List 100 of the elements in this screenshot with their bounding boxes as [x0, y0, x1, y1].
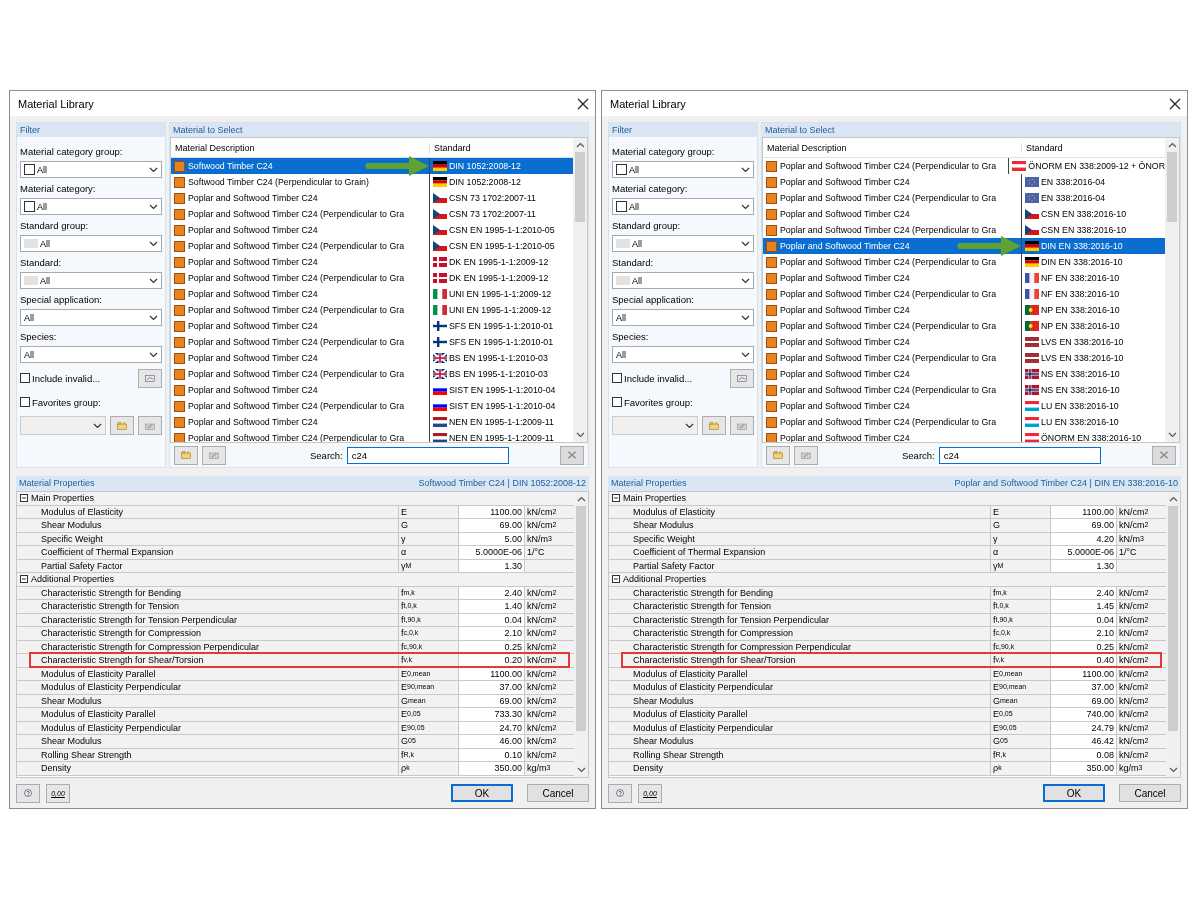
dropdown[interactable]: All — [612, 235, 754, 252]
flag-icon — [433, 273, 447, 283]
new-folder-button[interactable] — [110, 416, 134, 435]
dropdown[interactable]: All — [20, 346, 162, 363]
help-button[interactable] — [16, 783, 40, 803]
table-row[interactable]: Poplar and Softwood Timber C24 CSN EN 1995-1-1:2010-05 — [171, 222, 573, 238]
property-value: 350.00 — [459, 762, 525, 775]
table-row[interactable]: Poplar and Softwood Timber C24 (Perpendicular to Gra NF EN 338:2016-10 — [763, 286, 1165, 302]
checkbox[interactable] — [612, 373, 622, 383]
property-unit: kN/cm$^{2}$ — [526, 694, 558, 707]
table-cell: Poplar and Softwood Timber C24 — [780, 401, 910, 411]
table-row[interactable]: Poplar and Softwood Timber C24 NP EN 338:2016-10 — [763, 302, 1165, 318]
dropdown[interactable]: All — [612, 161, 754, 178]
collapse-icon[interactable] — [612, 494, 620, 503]
material-icon — [174, 240, 185, 252]
scrollbar[interactable] — [1166, 492, 1180, 777]
dialog-button[interactable]: Cancel — [527, 784, 589, 802]
material-icon — [766, 416, 777, 428]
dropdown[interactable]: All — [612, 272, 754, 289]
dropdown[interactable]: All — [20, 309, 162, 326]
new-folder-button[interactable] — [702, 416, 726, 435]
table-row[interactable]: Poplar and Softwood Timber C24 CSN EN 338:2016-10 — [763, 206, 1165, 222]
help-button[interactable] — [608, 783, 632, 803]
table-row[interactable]: Poplar and Softwood Timber C24 (Perpendicular to Gra SFS EN 1995-1-1:2010-01 — [171, 334, 573, 350]
search-field[interactable]: c24 — [346, 446, 509, 464]
scrollbar[interactable] — [1165, 138, 1179, 442]
table-row[interactable]: Poplar and Softwood Timber C24 (Perpendicular to Gra SIST EN 1995-1-1:2010-04 — [171, 398, 573, 414]
table-row[interactable]: Poplar and Softwood Timber C24 LVS EN 338:2016-10 — [763, 334, 1165, 350]
table-cell: Poplar and Softwood Timber C24 — [188, 353, 318, 363]
dropdown[interactable]: All — [20, 161, 162, 178]
property-value: 46.00 — [459, 735, 525, 748]
table-cell: Poplar and Softwood Timber C24 (Perpendicular to Gra — [780, 353, 997, 363]
table-row[interactable]: Poplar and Softwood Timber C24 LU EN 338:2016-10 — [763, 398, 1165, 414]
dropdown[interactable]: All — [20, 198, 162, 215]
table-row[interactable]: Poplar and Softwood Timber C24 NS EN 338:2016-10 — [763, 366, 1165, 382]
scroll-thumb[interactable] — [1167, 152, 1177, 222]
checkbox[interactable] — [20, 373, 30, 383]
table-row[interactable]: Poplar and Softwood Timber C24 (Perpendicular to Gra EN 338:2016-04 — [763, 190, 1165, 206]
collapse-icon[interactable] — [20, 575, 28, 584]
table-row[interactable]: Softwood Timber C24 DIN 1052:2008-12 — [171, 158, 573, 174]
scroll-thumb[interactable] — [576, 506, 586, 731]
clear-search-button[interactable] — [1152, 445, 1176, 465]
dropdown[interactable]: All — [612, 309, 754, 326]
scrollbar[interactable] — [573, 138, 587, 442]
table-row[interactable]: Poplar and Softwood Timber C24 SFS EN 1995-1-1:2010-01 — [171, 318, 573, 334]
table-row[interactable]: Poplar and Softwood Timber C24 CSN 73 1702:2007-11 — [171, 190, 573, 206]
table-row[interactable]: Poplar and Softwood Timber C24 (Perpendicular to Gra CSN 73 1702:2007-11 — [171, 206, 573, 222]
table-row[interactable]: Poplar and Softwood Timber C24 (Perpendicular to Gra LU EN 338:2016-10 — [763, 414, 1165, 430]
table-row[interactable]: Poplar and Softwood Timber C24 (Perpendicular to Gra NP EN 338:2016-10 — [763, 318, 1165, 334]
table-cell: Poplar and Softwood Timber C24 (Perpendicular to Gra — [780, 289, 997, 299]
close-icon[interactable] — [577, 97, 589, 110]
table-row[interactable]: Poplar and Softwood Timber C24 (Perpendicular to Gra LVS EN 338:2016-10 — [763, 350, 1165, 366]
edit-folder-button[interactable] — [794, 445, 818, 465]
edit-folder-button[interactable] — [138, 416, 162, 435]
table-row[interactable]: Softwood Timber C24 (Perpendicular to Grain) DIN 1052:2008-12 — [171, 174, 573, 190]
scroll-thumb[interactable] — [575, 152, 585, 222]
collapse-icon[interactable] — [20, 494, 28, 503]
swatch-icon — [24, 239, 38, 248]
scroll-thumb[interactable] — [1168, 506, 1178, 731]
material-summary: Poplar and Softwood Timber C24 | DIN EN 338:2016-10 — [954, 478, 1178, 489]
table-row[interactable]: Poplar and Softwood Timber C24 DK EN 1995-1-1:2009-12 — [171, 254, 573, 270]
table-row[interactable]: Poplar and Softwood Timber C24 (Perpendicular to Gra DIN EN 338:2016-10 — [763, 254, 1165, 270]
clear-search-button[interactable] — [560, 445, 584, 465]
dropdown[interactable]: All — [20, 272, 162, 289]
table-row[interactable]: Poplar and Softwood Timber C24 BS EN 1995-1-1:2010-03 — [171, 350, 573, 366]
table-row[interactable]: Poplar and Softwood Timber C24 NF EN 338:2016-10 — [763, 270, 1165, 286]
search-field[interactable]: c24 — [938, 446, 1101, 464]
table-row[interactable]: Poplar and Softwood Timber C24 (Perpendicular to Gra BS EN 1995-1-1:2010-03 — [171, 366, 573, 382]
new-folder-button[interactable] — [766, 445, 790, 465]
collapse-icon[interactable] — [612, 575, 620, 584]
property-unit: kN/cm$^{2}$ — [1118, 654, 1150, 667]
table-cell: Poplar and Softwood Timber C24 (Perpendicular to Gra — [188, 209, 405, 219]
new-folder-button[interactable] — [174, 445, 198, 465]
filter-button[interactable] — [730, 368, 754, 388]
group-label: Additional Properties — [623, 574, 707, 585]
dropdown[interactable]: All — [612, 346, 754, 363]
flag-icon — [1025, 273, 1039, 283]
table-row[interactable]: Poplar and Softwood Timber C24 SIST EN 1995-1-1:2010-04 — [171, 382, 573, 398]
table-row[interactable]: Poplar and Softwood Timber C24 (Perpendicular to Gra ÖNORM EN 338:2009-12 + ÖNOR — [763, 158, 1165, 174]
table-row[interactable]: Poplar and Softwood Timber C24 NEN EN 1995-1-1:2009-11 — [171, 414, 573, 430]
table-row[interactable]: Poplar and Softwood Timber C24 (Perpendicular to Gra CSN EN 1995-1-1:2010-05 — [171, 238, 573, 254]
dialog-button[interactable]: OK — [451, 784, 513, 802]
scrollbar[interactable] — [574, 492, 588, 777]
flag-icon — [1025, 321, 1039, 331]
table-row[interactable]: Poplar and Softwood Timber C24 (Perpendicular to Gra UNI EN 1995-1-1:2009-12 — [171, 302, 573, 318]
table-cell: Poplar and Softwood Timber C24 (Perpendicular to Gra — [780, 385, 997, 395]
dropdown[interactable]: All — [612, 198, 754, 215]
dropdown[interactable]: All — [20, 235, 162, 252]
table-row[interactable]: Poplar and Softwood Timber C24 (Perpendicular to Gra NS EN 338:2016-10 — [763, 382, 1165, 398]
edit-folder-button[interactable] — [730, 416, 754, 435]
table-row[interactable]: Poplar and Softwood Timber C24 (Perpendicular to Gra DK EN 1995-1-1:2009-12 — [171, 270, 573, 286]
dialog-button[interactable]: OK — [1043, 784, 1105, 802]
table-row[interactable]: Poplar and Softwood Timber C24 EN 338:2016-04 — [763, 174, 1165, 190]
table-row[interactable]: Poplar and Softwood Timber C24 DIN EN 338:2016-10 — [763, 238, 1165, 254]
edit-folder-button[interactable] — [202, 445, 226, 465]
close-icon[interactable] — [1169, 97, 1181, 110]
table-row[interactable]: Poplar and Softwood Timber C24 UNI EN 1995-1-1:2009-12 — [171, 286, 573, 302]
flag-icon — [433, 225, 447, 235]
filter-button[interactable] — [138, 368, 162, 388]
dialog-button[interactable]: Cancel — [1119, 784, 1181, 802]
